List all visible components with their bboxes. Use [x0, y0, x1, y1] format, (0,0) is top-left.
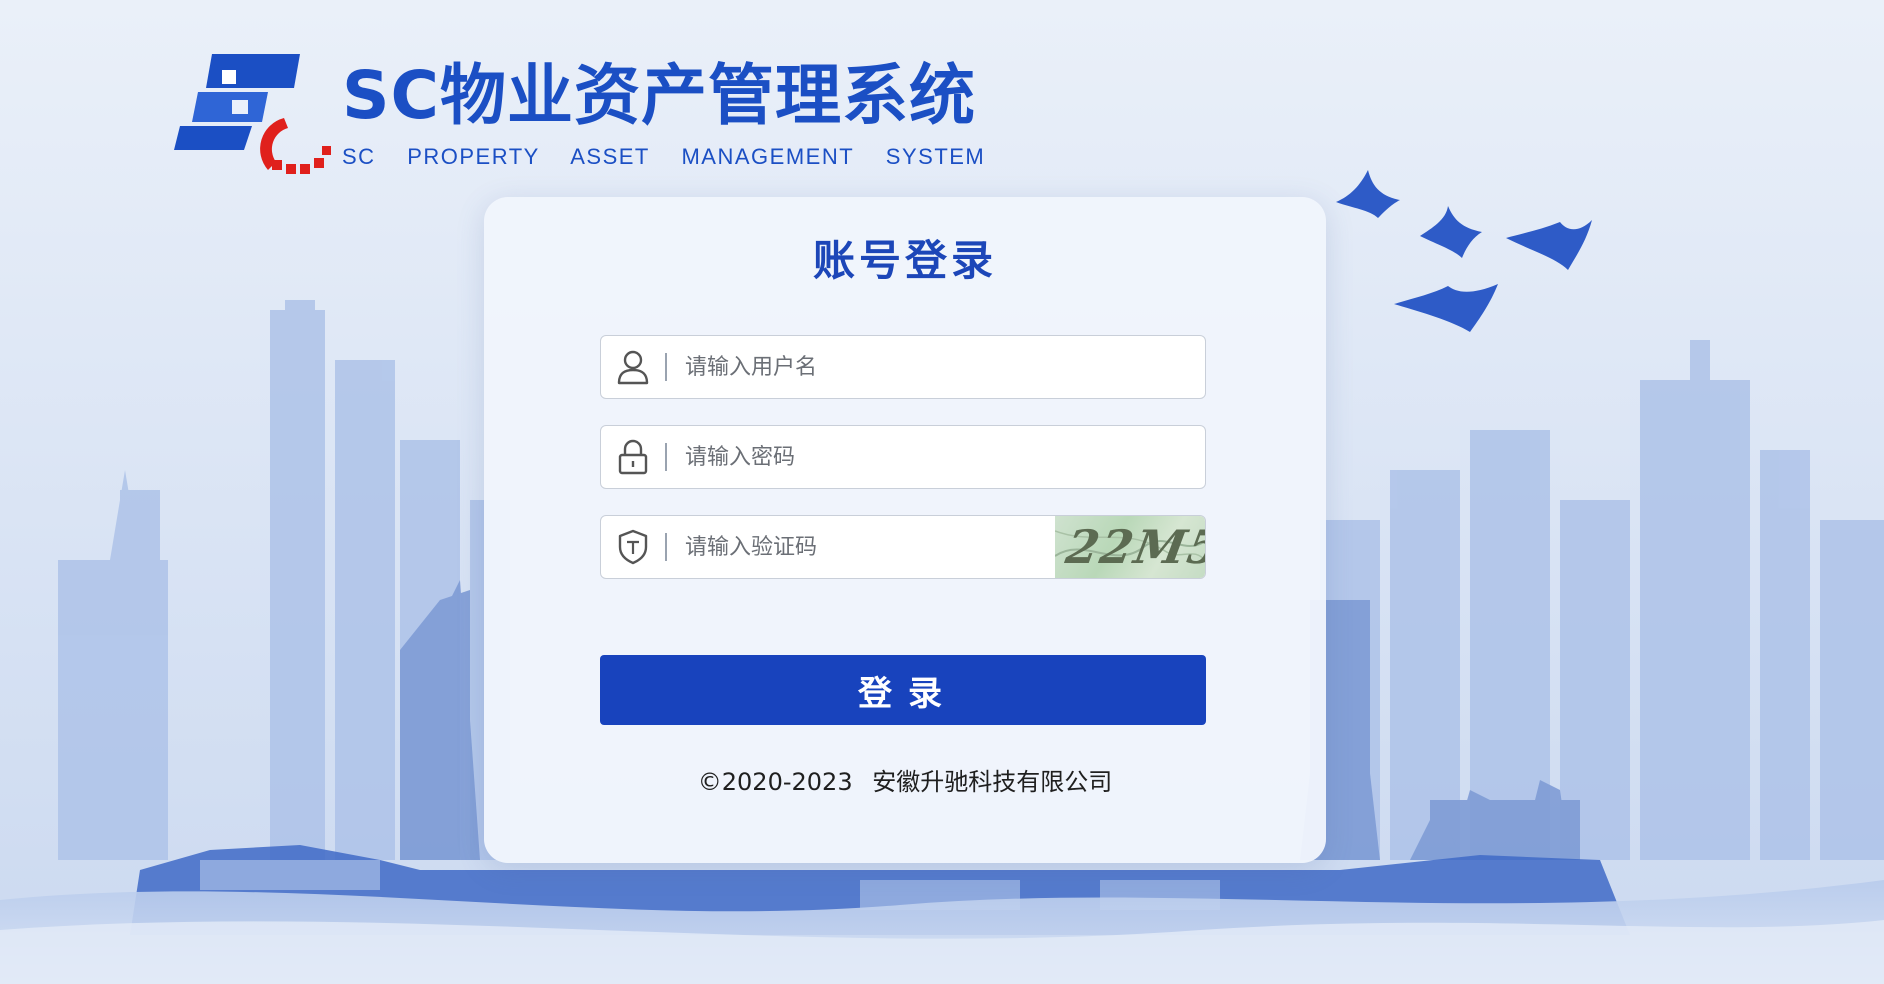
login-title: 账号登录: [812, 236, 997, 285]
copyright: ©2020-2023 安徽升驰科技有限公司: [484, 762, 1326, 797]
app-subtitle-word: ASSET: [570, 144, 650, 169]
password-field: [600, 425, 1206, 489]
shield-icon: [601, 516, 665, 578]
app-title: SC物业资产管理系统: [342, 57, 976, 134]
copyright-years: ©2020-2023: [697, 768, 853, 796]
app-subtitle-word: MANAGEMENT: [681, 144, 855, 169]
username-input[interactable]: [667, 336, 1205, 398]
lock-icon: [601, 426, 665, 488]
login-page: SC物业资产管理系统 SC PROPERTY ASSET MANAGEMENT …: [0, 0, 1884, 984]
app-subtitle-word: SC: [342, 144, 376, 169]
login-button[interactable]: 登录: [600, 655, 1206, 725]
captcha-text: 22M5: [1062, 520, 1205, 574]
password-input[interactable]: [667, 426, 1205, 488]
brand-header: SC物业资产管理系统 SC PROPERTY ASSET MANAGEMENT …: [172, 50, 985, 175]
app-subtitle-word: PROPERTY: [407, 144, 540, 169]
copyright-company: 安徽升驰科技有限公司: [872, 768, 1113, 796]
captcha-image[interactable]: 22M5: [1055, 516, 1205, 578]
captcha-input[interactable]: [667, 516, 1055, 578]
login-card: 账号登录 请输入用户名 请输入验证码 22M5 登录 ©2020-2023 安徽…: [484, 197, 1326, 863]
app-subtitle: SC PROPERTY ASSET MANAGEMENT SYSTEM: [342, 144, 985, 170]
brand-logo: [174, 54, 331, 174]
app-subtitle-word: SYSTEM: [885, 144, 986, 169]
user-icon: [601, 336, 665, 398]
username-field: [600, 335, 1206, 399]
captcha-field: 22M5: [600, 515, 1206, 579]
